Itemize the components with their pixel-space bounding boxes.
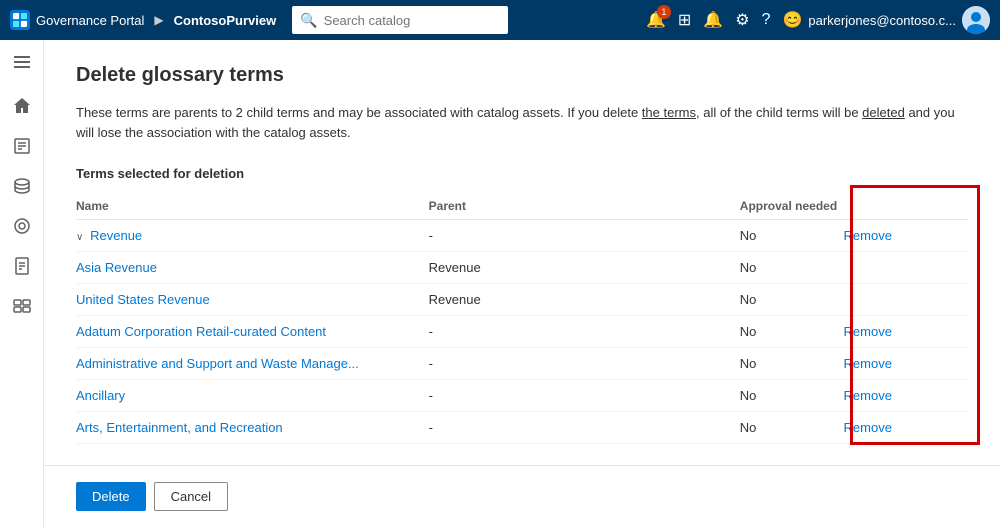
search-icon: 🔍 (300, 12, 317, 29)
term-name-link[interactable]: United States Revenue (76, 292, 210, 307)
remove-button[interactable]: Remove (844, 324, 892, 339)
delete-button[interactable]: Delete (76, 482, 146, 511)
term-name-link[interactable]: Ancillary (76, 388, 125, 403)
term-parent: - (429, 380, 740, 412)
col-header-approval: Approval needed (740, 193, 844, 220)
page-title: Delete glossary terms (76, 64, 968, 87)
notification-icon[interactable]: 🔔 1 (646, 10, 666, 30)
user-email: parkerjones@contoso.c... (808, 13, 956, 28)
user-profile[interactable]: parkerjones@contoso.c... (808, 6, 990, 34)
table-row: ∨ Revenue -NoRemove (76, 220, 968, 252)
apps-icon[interactable]: ⊞ (678, 10, 691, 30)
main-content: Delete glossary terms These terms are pa… (44, 40, 1000, 527)
table-row: Ancillary -NoRemove (76, 380, 968, 412)
table-row: United States Revenue RevenueNo (76, 284, 968, 316)
settings-icon[interactable]: ⚙ (735, 10, 749, 30)
term-approval: No (740, 252, 844, 284)
purview-label: ContosoPurview (174, 13, 277, 28)
term-parent: - (429, 412, 740, 444)
sidebar-expand-button[interactable] (6, 48, 38, 76)
term-approval: No (740, 284, 844, 316)
feedback-icon[interactable]: 😊 (782, 10, 802, 30)
term-approval: No (740, 380, 844, 412)
sidebar-item-glossary[interactable] (4, 128, 40, 164)
sidebar (0, 40, 44, 527)
sidebar-item-more[interactable] (4, 288, 40, 324)
term-approval: No (740, 348, 844, 380)
term-parent: - (429, 348, 740, 380)
table-row: Asia Revenue RevenueNo (76, 252, 968, 284)
col-header-name: Name (76, 193, 429, 220)
layout: Delete glossary terms These terms are pa… (0, 40, 1000, 527)
remove-button[interactable]: Remove (844, 388, 892, 403)
term-name-link[interactable]: Adatum Corporation Retail-curated Conten… (76, 324, 326, 339)
chevron-icon[interactable]: ∨ (76, 232, 86, 243)
term-parent: Revenue (429, 252, 740, 284)
notification-badge: 1 (657, 5, 671, 19)
sidebar-item-insights[interactable] (4, 208, 40, 244)
terms-table: Name Parent Approval needed ∨ Revenue-No… (76, 193, 968, 444)
avatar (962, 6, 990, 34)
remove-button[interactable]: Remove (844, 228, 892, 243)
term-parent: Revenue (429, 284, 740, 316)
col-header-parent: Parent (429, 193, 740, 220)
term-parent: - (429, 316, 740, 348)
table-row: Administrative and Support and Waste Man… (76, 348, 968, 380)
col-header-action (844, 193, 968, 220)
topbar-icons: 🔔 1 ⊞ 🔔 ⚙ ? 😊 (646, 10, 802, 30)
term-approval: No (740, 316, 844, 348)
topbar: Governance Portal ▶ ContosoPurview 🔍 🔔 1… (0, 0, 1000, 40)
bell-icon[interactable]: 🔔 (703, 10, 723, 30)
sidebar-item-policy[interactable] (4, 248, 40, 284)
brand-icon (10, 10, 30, 30)
table-row: Arts, Entertainment, and Recreation -NoRe… (76, 412, 968, 444)
sidebar-item-home[interactable] (4, 88, 40, 124)
brand-label: Governance Portal ▶ ContosoPurview (36, 13, 276, 28)
term-name-link[interactable]: Asia Revenue (76, 260, 157, 275)
table-row: Adatum Corporation Retail-curated Conten… (76, 316, 968, 348)
term-approval: No (740, 412, 844, 444)
footer: Delete Cancel (44, 465, 1000, 527)
term-name-link[interactable]: Administrative and Support and Waste Man… (76, 356, 359, 371)
term-approval: No (740, 220, 844, 252)
term-name-link[interactable]: Arts, Entertainment, and Recreation (76, 420, 283, 435)
description: These terms are parents to 2 child terms… (76, 103, 968, 142)
section-title: Terms selected for deletion (76, 166, 968, 181)
remove-button[interactable]: Remove (844, 356, 892, 371)
help-icon[interactable]: ? (762, 11, 771, 29)
search-bar[interactable]: 🔍 (292, 6, 507, 34)
brand-chevron: ▶ (154, 13, 163, 27)
terms-table-wrapper: Name Parent Approval needed ∨ Revenue-No… (76, 193, 968, 444)
cancel-button[interactable]: Cancel (154, 482, 228, 511)
term-parent: - (429, 220, 740, 252)
term-name-link[interactable]: Revenue (90, 228, 142, 243)
remove-button[interactable]: Remove (844, 420, 892, 435)
search-input[interactable] (324, 13, 500, 28)
sidebar-item-data[interactable] (4, 168, 40, 204)
